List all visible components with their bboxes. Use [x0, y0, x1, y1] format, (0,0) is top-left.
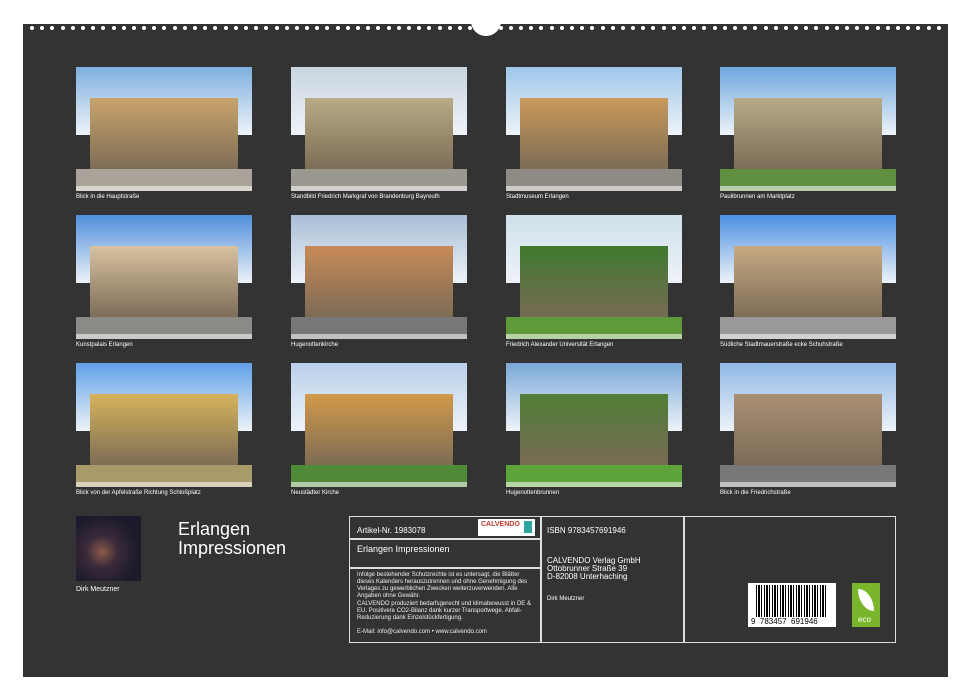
photo [506, 67, 682, 191]
photo [506, 215, 682, 339]
photo-caption: Hugenottenbrunnen [506, 490, 559, 496]
photo [291, 215, 467, 339]
info-author: Dirk Meutzner [547, 596, 584, 602]
photo [291, 363, 467, 487]
photo-caption: Standbild Friedrich Markgraf von Branden… [291, 194, 440, 200]
photo-caption: Hugenottenkirche [291, 342, 338, 348]
calendar-title-line1: Erlangen [178, 519, 250, 540]
isbn: ISBN 9783457691946 [547, 526, 626, 535]
photo-caption: Blick in die Hauptstraße [76, 194, 139, 200]
publisher-line3: D-82008 Unterhaching [547, 572, 628, 581]
author-name: Dirk Meutzner [76, 586, 120, 593]
contact-text: E-Mail: info@calvendo.com • www.calvendo… [357, 629, 487, 636]
author-photo [76, 516, 141, 581]
photo [76, 363, 252, 487]
photo [720, 215, 896, 339]
calvendo-logo: CALVENDO [478, 519, 535, 536]
photo-caption: Stadtmuseum Erlangen [506, 194, 569, 200]
photo [720, 67, 896, 191]
article-number: Artikel-Nr. 1983078 [357, 526, 425, 535]
photo [506, 363, 682, 487]
legal-text: Infolge bestehender Schutzrechte ist es … [357, 572, 537, 600]
eco-text: CALVENDO produziert bedarfsgerecht und k… [357, 601, 537, 622]
leaf-icon [858, 589, 874, 611]
photo-caption: Kunstpalais Erlangen [76, 342, 133, 348]
photo [76, 215, 252, 339]
photo [76, 67, 252, 191]
photo [291, 67, 467, 191]
info-calendar-title: Erlangen Impressionen [357, 544, 450, 554]
photo-caption: Blick von der Apfelstraße Richtung Schlo… [76, 490, 201, 496]
eco-logo: eco [852, 583, 880, 627]
barcode: 9 783457 691946 [748, 583, 836, 627]
calendar-title-line2: Impressionen [178, 538, 286, 559]
photo-caption: Friedrich Alexander Universität Erlangen [506, 342, 613, 348]
photo-caption: Paulibrunnen am Marktplatz [720, 194, 795, 200]
photo-caption: Neustädter Kirche [291, 490, 339, 496]
photo [720, 363, 896, 487]
barcode-digits: 9 783457 691946 [751, 617, 818, 626]
photo-caption: Blick in die Friedrichstraße [720, 490, 791, 496]
photo-caption: Südliche Stadtmauerstraße ecke Schuhstra… [720, 342, 843, 348]
